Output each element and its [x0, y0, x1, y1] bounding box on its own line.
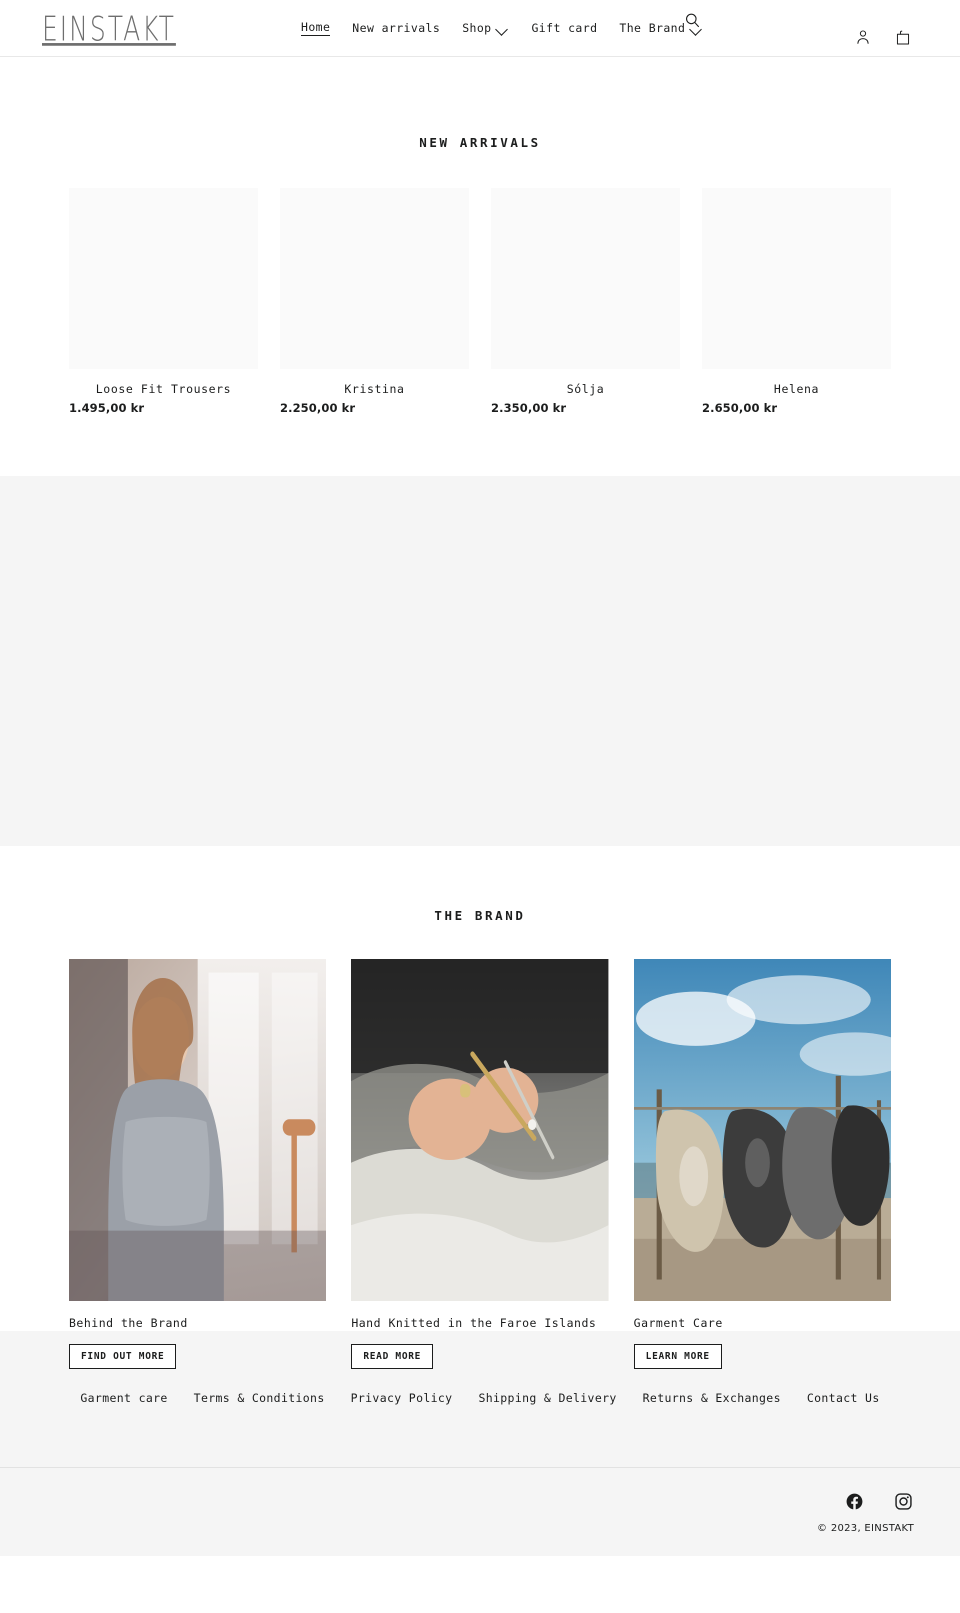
facebook-icon[interactable] [843, 1490, 865, 1512]
product-card[interactable]: Helena 2.650,00 kr [702, 188, 891, 415]
brand-card: Behind the Brand FIND OUT MORE [69, 959, 327, 1369]
product-card[interactable]: Sólja 2.350,00 kr [491, 188, 680, 415]
brand-card-title: Behind the Brand [69, 1316, 188, 1331]
site-header: EINSTAKT Home New arrivals Shop Gift car… [0, 0, 960, 57]
footer-link-privacy-policy[interactable]: Privacy Policy [338, 1391, 466, 1405]
the-brand-heading: THE BRAND [434, 908, 526, 923]
the-brand-section: THE BRAND Behind the Brand FIND OUT MORE… [0, 846, 960, 1369]
product-price: 1.495,00 kr [69, 401, 145, 415]
product-image-placeholder [702, 188, 891, 369]
product-title: Sólja [566, 382, 605, 396]
footer-bottom: © 2023, EINSTAKT [0, 1467, 960, 1556]
nav-item-new-arrivals[interactable]: New arrivals [341, 21, 451, 35]
header-icon-group [852, 26, 914, 48]
learn-more-button[interactable]: LEARN MORE [633, 1344, 722, 1369]
site-logo[interactable]: EINSTAKT [42, 12, 176, 46]
nav-item-shop-label: Shop [462, 21, 492, 35]
product-price: 2.250,00 kr [280, 401, 356, 415]
brand-card: Hand Knitted in the Faroe Islands READ M… [351, 959, 609, 1369]
product-title: Loose Fit Trousers [95, 382, 232, 396]
footer-link-returns-exchanges[interactable]: Returns & Exchanges [630, 1391, 794, 1405]
footer-link-terms-conditions[interactable]: Terms & Conditions [181, 1391, 338, 1405]
new-arrivals-section: NEW ARRIVALS Loose Fit Trousers 1.495,00… [0, 57, 960, 415]
footer-link-garment-care[interactable]: Garment care [67, 1391, 180, 1405]
nav-item-home[interactable]: Home [290, 20, 341, 36]
copyright-text: © 2023, EINSTAKT [817, 1523, 914, 1535]
nav-item-the-brand-label: The Brand [619, 21, 686, 35]
read-more-button[interactable]: READ MORE [351, 1344, 434, 1369]
product-price: 2.350,00 kr [491, 401, 567, 415]
nav-item-home-label: Home [301, 20, 331, 36]
brand-card-title: Garment Care [633, 1316, 723, 1331]
cart-icon[interactable] [892, 26, 914, 48]
product-image-placeholder [280, 188, 469, 369]
brand-card: Garment Care LEARN MORE [633, 959, 891, 1369]
find-out-more-button[interactable]: FIND OUT MORE [69, 1344, 177, 1369]
social-link-list [46, 1490, 914, 1512]
chevron-down-icon [496, 25, 509, 33]
product-title: Helena [773, 382, 820, 396]
new-arrivals-heading: NEW ARRIVALS [419, 135, 541, 150]
nav-item-shop[interactable]: Shop [451, 21, 520, 35]
product-image-placeholder [491, 188, 680, 369]
brand-card-image[interactable] [633, 959, 891, 1302]
product-grid: Loose Fit Trousers 1.495,00 kr Kristina … [0, 188, 960, 415]
instagram-icon[interactable] [892, 1490, 914, 1512]
promo-banner [0, 476, 960, 846]
brand-card-title: Hand Knitted in the Faroe Islands [351, 1316, 597, 1331]
account-icon[interactable] [852, 26, 874, 48]
brand-card-image[interactable] [69, 959, 327, 1302]
brand-card-image[interactable] [351, 959, 609, 1302]
main-navigation: Home New arrivals Shop Gift card The Bra… [290, 20, 714, 36]
footer-link-list: Garment care Terms & Conditions Privacy … [0, 1391, 960, 1467]
product-card[interactable]: Loose Fit Trousers 1.495,00 kr [69, 188, 258, 415]
product-image-placeholder [69, 188, 258, 369]
product-card[interactable]: Kristina 2.250,00 kr [280, 188, 469, 415]
product-price: 2.650,00 kr [702, 401, 778, 415]
product-title: Kristina [344, 382, 405, 396]
footer-link-shipping-delivery[interactable]: Shipping & Delivery [465, 1391, 629, 1405]
brand-card-grid: Behind the Brand FIND OUT MORE Hand Knit… [0, 959, 960, 1369]
nav-item-new-arrivals-label: New arrivals [352, 21, 441, 35]
nav-item-gift-card-label: Gift card [531, 21, 598, 35]
footer-link-contact-us[interactable]: Contact Us [794, 1391, 893, 1405]
nav-item-gift-card[interactable]: Gift card [520, 21, 608, 35]
search-icon[interactable] [680, 10, 704, 34]
